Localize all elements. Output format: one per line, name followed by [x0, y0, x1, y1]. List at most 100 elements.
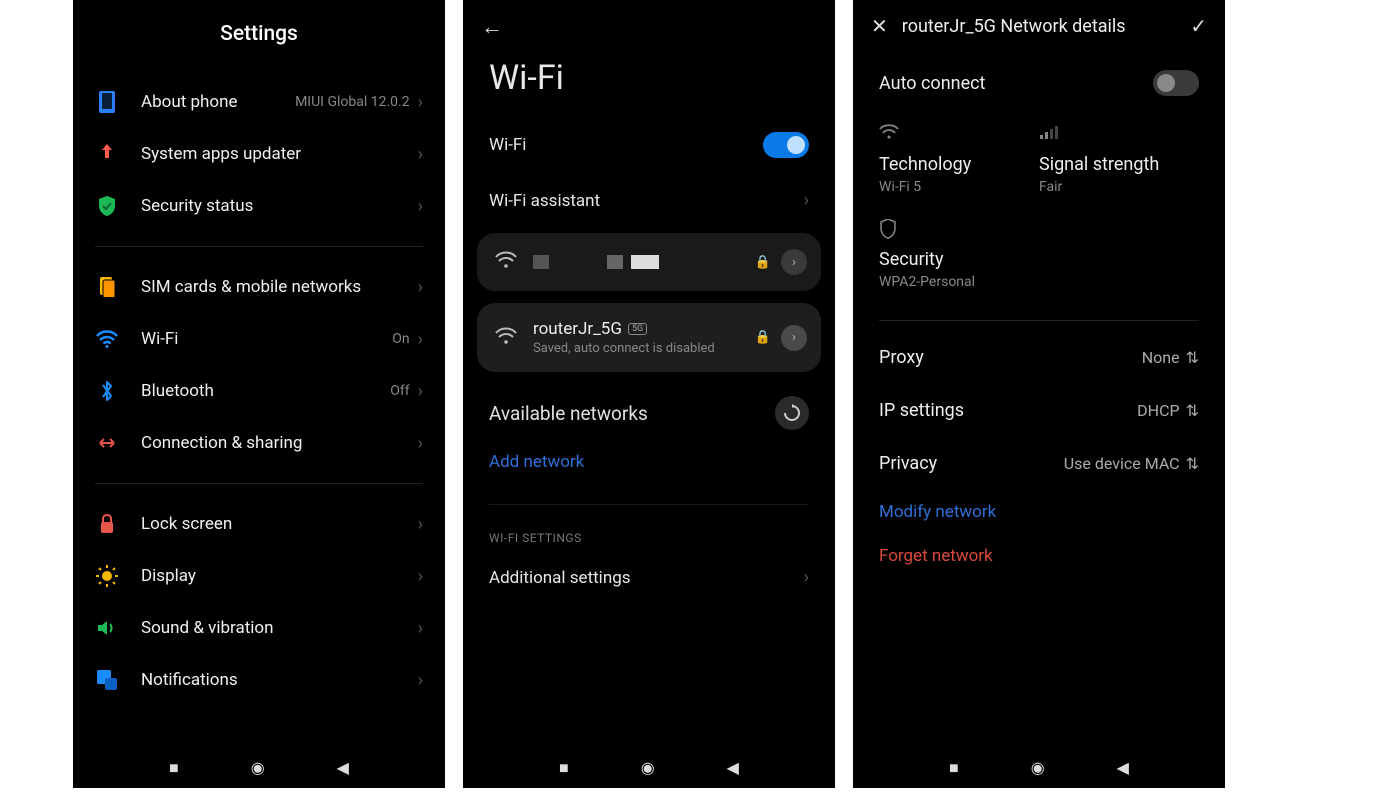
chevron-right-icon: › [418, 670, 423, 691]
home-button[interactable]: ◉ [641, 758, 655, 778]
wifi-assistant-label: Wi-Fi assistant [489, 191, 600, 211]
technology-label: Technology [879, 154, 1039, 175]
proxy-row[interactable]: Proxy None⇅ [853, 331, 1225, 384]
row-value: On [392, 331, 409, 347]
system-updater-row[interactable]: System apps updater › [73, 128, 445, 180]
chevron-right-icon: › [418, 433, 423, 454]
sim-cards-row[interactable]: SIM cards & mobile networks › [73, 261, 445, 313]
back-button[interactable]: ◀ [727, 758, 739, 778]
ip-settings-label: IP settings [879, 400, 964, 421]
selector-icon: ⇅ [1186, 454, 1199, 473]
chevron-right-icon: › [418, 514, 423, 535]
sim-icon [95, 275, 119, 299]
row-label: System apps updater [141, 144, 418, 164]
security-value: WPA2-Personal [879, 274, 1039, 290]
row-label: Sound & vibration [141, 618, 418, 638]
wifi-toggle-row[interactable]: Wi-Fi [463, 116, 835, 174]
modify-network-link[interactable]: Modify network [853, 490, 1225, 534]
connection-sharing-row[interactable]: Connection & sharing › [73, 417, 445, 469]
android-navbar: ■ ◉ ◀ [463, 758, 835, 778]
chevron-right-icon: › [418, 329, 423, 350]
back-arrow-icon[interactable]: ← [481, 14, 503, 40]
row-label: Bluetooth [141, 381, 390, 401]
display-icon [95, 564, 119, 588]
row-label: Display [141, 566, 418, 586]
chevron-right-icon: › [418, 196, 423, 217]
recents-button[interactable]: ■ [949, 758, 959, 778]
about-phone-row[interactable]: About phone MIUI Global 12.0.2 › [73, 76, 445, 128]
row-value: Off [390, 383, 409, 399]
privacy-value: Use device MAC [1064, 454, 1180, 473]
selector-icon: ⇅ [1186, 401, 1199, 420]
wifi-row[interactable]: Wi-Fi On › [73, 313, 445, 365]
wifi-toggle[interactable] [763, 132, 809, 158]
chevron-right-icon: › [418, 92, 423, 113]
sound-row[interactable]: Sound & vibration › [73, 602, 445, 654]
divider [95, 246, 423, 247]
signal-label: Signal strength [1039, 154, 1199, 175]
confirm-icon[interactable]: ✓ [1190, 14, 1207, 38]
technology-value: Wi-Fi 5 [879, 179, 1039, 195]
lock-icon: 🔒 [755, 255, 771, 270]
auto-connect-row[interactable]: Auto connect [853, 52, 1225, 114]
phone-icon [95, 90, 119, 114]
proxy-value: None [1142, 348, 1180, 367]
home-button[interactable]: ◉ [251, 758, 265, 778]
bluetooth-icon [95, 379, 119, 403]
recents-button[interactable]: ■ [169, 758, 179, 778]
network-card-routerjr[interactable]: routerJr_5G 5G Saved, auto connect is di… [477, 303, 821, 372]
chevron-right-icon: › [418, 144, 423, 165]
recents-button[interactable]: ■ [559, 758, 569, 778]
network-details-button[interactable]: › [781, 249, 807, 275]
settings-screen: Settings About phone MIUI Global 12.0.2 … [73, 0, 445, 788]
signal-value: Fair [1039, 179, 1199, 195]
divider [95, 483, 423, 484]
row-label: Wi-Fi [141, 329, 392, 349]
wifi-assistant-row[interactable]: Wi-Fi assistant › [463, 174, 835, 227]
lock-icon [95, 512, 119, 536]
wifi-icon [495, 251, 517, 273]
ip-settings-row[interactable]: IP settings DHCP ⇅ [853, 384, 1225, 437]
page-title: Settings [73, 0, 445, 76]
auto-connect-toggle[interactable] [1153, 70, 1199, 96]
lock-screen-row[interactable]: Lock screen › [73, 498, 445, 550]
privacy-row[interactable]: Privacy Use device MAC⇅ [853, 437, 1225, 490]
row-label: Lock screen [141, 514, 418, 534]
chevron-right-icon: › [418, 381, 423, 402]
signal-cell: Signal strength Fair [1039, 124, 1199, 195]
row-label: Connection & sharing [141, 433, 418, 453]
update-icon [95, 142, 119, 166]
close-icon[interactable]: ✕ [871, 14, 888, 38]
ip-settings-value: DHCP [1137, 401, 1179, 420]
security-status-row[interactable]: Security status › [73, 180, 445, 232]
technology-cell: Technology Wi-Fi 5 [879, 124, 1039, 195]
5g-badge: 5G [628, 323, 647, 335]
network-details-button[interactable]: › [781, 325, 807, 351]
lock-icon: 🔒 [755, 330, 771, 345]
android-navbar: ■ ◉ ◀ [853, 758, 1225, 778]
proxy-label: Proxy [879, 347, 924, 368]
bluetooth-row[interactable]: Bluetooth Off › [73, 365, 445, 417]
page-title: routerJr_5G Network details [902, 16, 1176, 37]
chevron-right-icon: › [418, 618, 423, 639]
additional-settings-label: Additional settings [489, 568, 631, 588]
network-details-screen: ✕ routerJr_5G Network details ✓ Auto con… [853, 0, 1225, 788]
add-network-link[interactable]: Add network [463, 438, 835, 486]
display-row[interactable]: Display › [73, 550, 445, 602]
connection-icon [95, 431, 119, 455]
security-cell: Security WPA2-Personal [879, 219, 1039, 290]
network-info-grid: Technology Wi-Fi 5 Signal strength Fair [853, 114, 1225, 215]
sound-icon [95, 616, 119, 640]
forget-network-link[interactable]: Forget network [853, 534, 1225, 578]
back-button[interactable]: ◀ [337, 758, 349, 778]
chevron-right-icon: › [418, 277, 423, 298]
additional-settings-row[interactable]: Additional settings › [463, 551, 835, 604]
notifications-row[interactable]: Notifications › [73, 654, 445, 706]
back-button[interactable]: ◀ [1117, 758, 1129, 778]
notifications-icon [95, 668, 119, 692]
refresh-button[interactable] [775, 396, 809, 430]
wifi-icon [879, 124, 1039, 144]
network-card-obscured[interactable]: 🔒 › [477, 233, 821, 291]
home-button[interactable]: ◉ [1031, 758, 1045, 778]
wifi-icon [95, 327, 119, 351]
